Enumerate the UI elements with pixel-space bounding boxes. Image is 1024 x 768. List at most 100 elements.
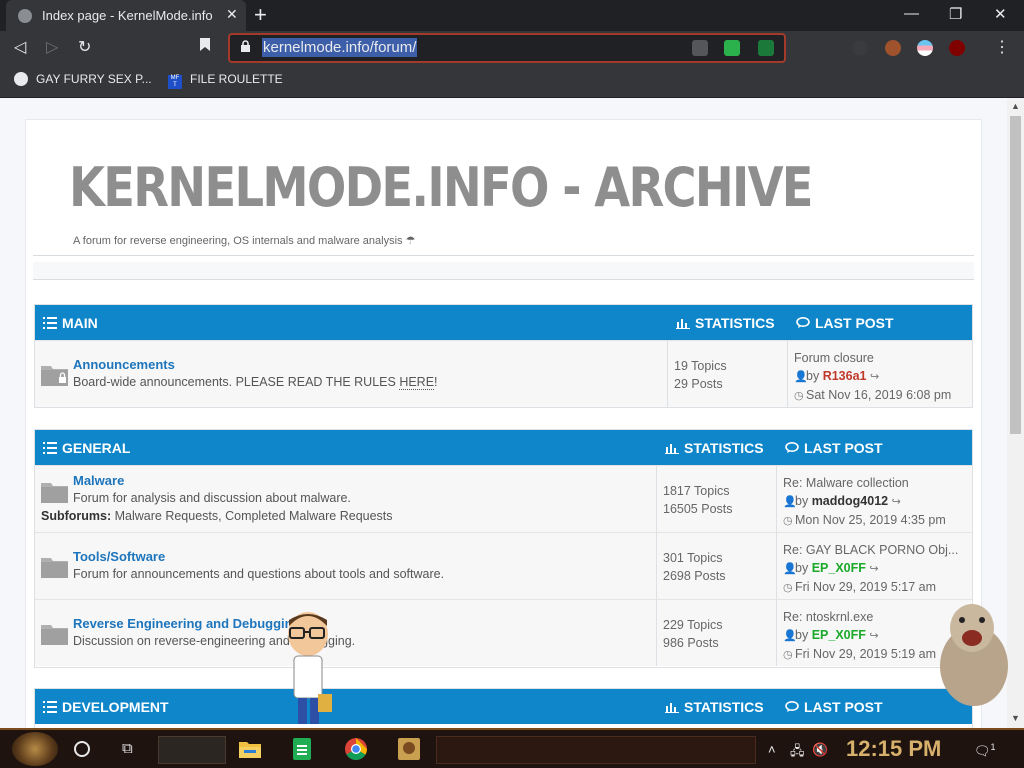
network-icon[interactable]: 🖧 bbox=[790, 742, 805, 764]
section-title[interactable]: DEVELOPMENT bbox=[43, 699, 169, 715]
list-icon bbox=[43, 317, 57, 329]
chrome-icon[interactable] bbox=[344, 737, 368, 761]
browser-toolbar: ◁ ▷ ↻ kernelmode.info/forum/ ⋮ bbox=[0, 31, 1024, 65]
window-close-icon[interactable]: ✕ bbox=[994, 5, 1007, 23]
notification-icon[interactable]: 🗨1 bbox=[974, 742, 996, 759]
comment-icon bbox=[785, 701, 799, 712]
page-viewport: KERNELMODE.INFO - ARCHIVE A forum for re… bbox=[0, 98, 1007, 728]
clock-icon: ◷ bbox=[783, 582, 793, 594]
scroll-up-icon[interactable]: ▲ bbox=[1011, 101, 1020, 111]
stats-header: STATISTICS bbox=[676, 315, 775, 331]
site-header: KERNELMODE.INFO - ARCHIVE A forum for re… bbox=[33, 128, 974, 256]
column-divider bbox=[656, 533, 657, 599]
back-button[interactable]: ◁ bbox=[14, 37, 26, 57]
column-divider bbox=[776, 600, 777, 666]
extension-icon[interactable] bbox=[852, 40, 868, 56]
username-link[interactable]: EP_X0FF bbox=[812, 561, 866, 575]
user-icon: 👤 bbox=[783, 563, 797, 575]
last-post-link[interactable]: Re: ntoskrnl.exe bbox=[783, 610, 873, 624]
scroll-down-icon[interactable]: ▼ bbox=[1011, 713, 1020, 723]
site-title[interactable]: KERNELMODE.INFO - ARCHIVE bbox=[69, 156, 814, 219]
chevron-up-icon[interactable]: ˄ bbox=[768, 742, 776, 757]
section-main: MAIN STATISTICS LAST POST Announcements … bbox=[34, 304, 973, 408]
forum-title-link[interactable]: Tools/Software bbox=[73, 549, 165, 564]
stats-header: STATISTICS bbox=[665, 699, 764, 715]
start-button[interactable] bbox=[12, 732, 58, 766]
shield-icon[interactable] bbox=[758, 40, 774, 56]
taskbar: ⧉ ˄ 🖧 🔇 12:15 PM 🗨1 bbox=[0, 728, 1024, 768]
forum-title-link[interactable]: Reverse Engineering and Debugging bbox=[73, 616, 301, 631]
column-divider bbox=[787, 341, 788, 407]
menu-icon[interactable]: ⋮ bbox=[994, 37, 1010, 57]
user-icon: 👤 bbox=[794, 371, 808, 383]
lastpost-header: LAST POST bbox=[785, 440, 883, 456]
section-header: MAIN STATISTICS LAST POST bbox=[35, 305, 972, 340]
flag-extension-icon[interactable] bbox=[917, 40, 933, 56]
goto-post-icon[interactable]: ↪ bbox=[869, 627, 881, 645]
spreadsheet-app-icon[interactable] bbox=[290, 737, 314, 761]
scroll-thumb[interactable] bbox=[1010, 116, 1021, 434]
close-icon[interactable]: ✕ bbox=[226, 6, 238, 23]
column-divider bbox=[656, 466, 657, 532]
maximize-icon[interactable]: ❐ bbox=[949, 5, 962, 23]
cartoon-character-image bbox=[288, 612, 332, 724]
clock-icon: ◷ bbox=[783, 515, 793, 527]
address-bar[interactable]: kernelmode.info/forum/ bbox=[228, 33, 786, 63]
section-header: GENERAL STATISTICS LAST POST bbox=[35, 430, 972, 465]
hamster-image bbox=[940, 604, 1008, 706]
forum-stats: 1817 Topics 16505 Posts bbox=[663, 484, 733, 516]
bookmark-item-1[interactable]: GAY FURRY SEX P... bbox=[14, 72, 152, 86]
forward-button[interactable]: ▷ bbox=[46, 37, 58, 57]
file-explorer-icon[interactable] bbox=[238, 737, 262, 761]
forum-row: Reverse Engineering and Debugging Discus… bbox=[35, 599, 972, 666]
column-divider bbox=[667, 341, 668, 407]
last-post-link[interactable]: Re: Malware collection bbox=[783, 476, 909, 490]
forum-title-link[interactable]: Malware bbox=[73, 473, 124, 488]
username-link[interactable]: maddog4012 bbox=[812, 494, 888, 508]
last-post-link[interactable]: Re: GAY BLACK PORNO Obj... bbox=[783, 543, 958, 557]
username-link[interactable]: R136a1 bbox=[823, 369, 867, 383]
subforum-links[interactable]: Malware Requests, Completed Malware Requ… bbox=[115, 509, 393, 523]
bookmark-item-2[interactable]: MF T FILE ROULETTE bbox=[168, 72, 283, 89]
goto-post-icon[interactable]: ↪ bbox=[892, 493, 904, 511]
folder-icon bbox=[41, 625, 68, 645]
reload-button[interactable]: ↻ bbox=[78, 37, 91, 57]
last-post-link[interactable]: Forum closure bbox=[794, 351, 874, 365]
browser-titlebar: Index page - KernelMode.info ✕ + — ❐ ✕ bbox=[0, 0, 1024, 31]
taskbar-clock[interactable]: 12:15 PM bbox=[846, 736, 941, 762]
goto-post-icon[interactable]: ↪ bbox=[869, 560, 881, 578]
lastpost-header: LAST POST bbox=[796, 315, 894, 331]
forum-row: Malware Forum for analysis and discussio… bbox=[35, 465, 972, 532]
task-view-icon[interactable]: ⧉ bbox=[122, 740, 133, 757]
last-post: Forum closure 👤by R136a1 ↪ ◷ Sat Nov 16, … bbox=[794, 349, 951, 405]
goto-post-icon[interactable]: ↪ bbox=[870, 368, 882, 386]
url-input[interactable]: kernelmode.info/forum/ bbox=[262, 38, 418, 57]
section-header: DEVELOPMENT STATISTICS LAST POST bbox=[35, 689, 972, 724]
comment-icon bbox=[796, 317, 810, 328]
comment-icon bbox=[785, 442, 799, 453]
username-link[interactable]: EP_X0FF bbox=[812, 628, 866, 642]
volume-muted-icon[interactable]: 🔇 bbox=[812, 742, 828, 758]
forum-title-link[interactable]: Announcements bbox=[73, 357, 175, 372]
rules-link[interactable]: HERE bbox=[399, 375, 435, 390]
ublock-icon[interactable] bbox=[949, 40, 965, 56]
game-app-icon[interactable] bbox=[397, 737, 421, 761]
new-tab-button[interactable]: + bbox=[254, 2, 267, 28]
forum-description: Forum for announcements and questions ab… bbox=[73, 567, 445, 581]
user-icon: 👤 bbox=[783, 496, 797, 508]
list-icon bbox=[43, 701, 57, 713]
forum-stats: 19 Topics 29 Posts bbox=[674, 359, 727, 391]
minimize-icon[interactable]: — bbox=[904, 5, 919, 22]
browser-tab[interactable]: Index page - KernelMode.info ✕ bbox=[6, 0, 246, 31]
last-post: Re: Malware collection 👤by maddog4012 ↪ … bbox=[783, 474, 946, 530]
chat-extension-icon[interactable] bbox=[724, 40, 740, 56]
section-title[interactable]: MAIN bbox=[43, 315, 98, 331]
taskbar-window-strip bbox=[436, 736, 756, 764]
folder-icon bbox=[41, 558, 68, 578]
section-title[interactable]: GENERAL bbox=[43, 440, 130, 456]
search-icon[interactable] bbox=[74, 741, 90, 757]
column-divider bbox=[776, 533, 777, 599]
profile-avatar-icon[interactable] bbox=[885, 40, 901, 56]
tracker-block-icon[interactable] bbox=[692, 40, 708, 56]
bookmark-icon[interactable] bbox=[199, 37, 211, 57]
